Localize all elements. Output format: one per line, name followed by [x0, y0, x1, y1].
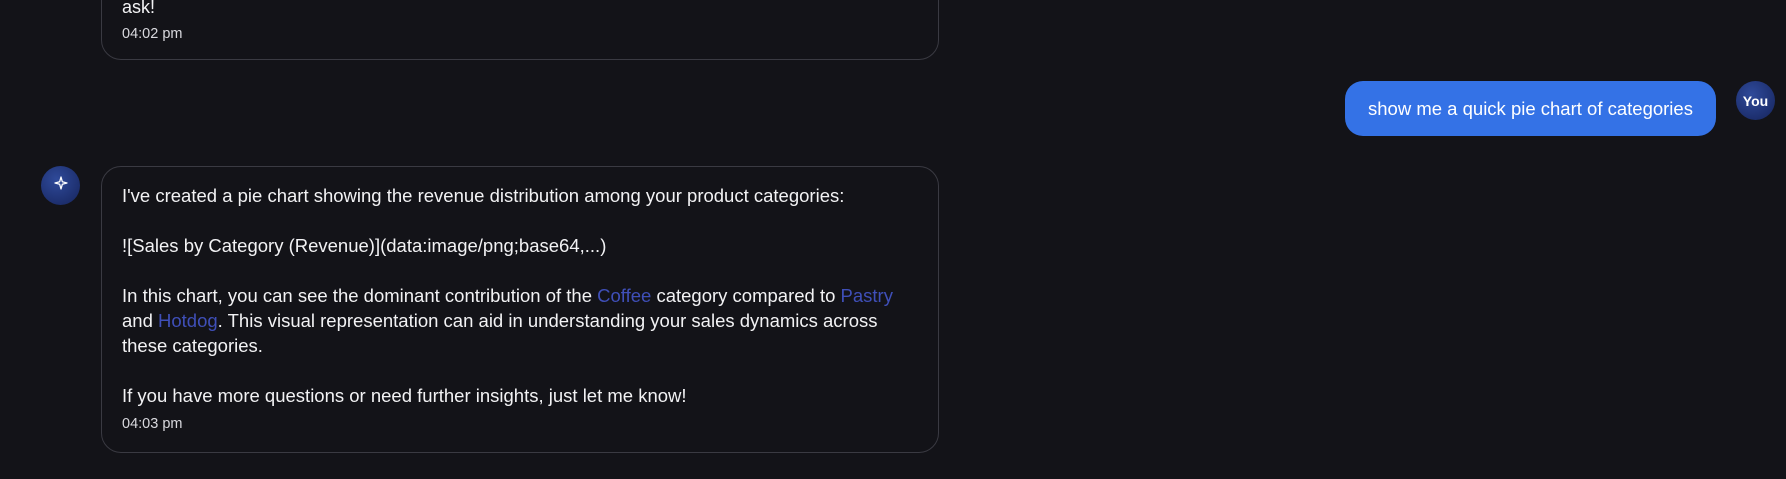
- message-closing: If you have more questions or need furth…: [122, 385, 687, 406]
- analysis-text: . This visual representation can aid in …: [122, 310, 883, 356]
- user-message-text: show me a quick pie chart of categories: [1368, 98, 1693, 119]
- message-intro: I've created a pie chart showing the rev…: [122, 185, 845, 206]
- user-avatar: You: [1736, 81, 1775, 120]
- highlight-coffee: Coffee: [597, 285, 652, 306]
- message-text: ask!: [122, 0, 156, 17]
- highlight-pastry: Pastry: [840, 285, 893, 306]
- assistant-avatar: [41, 166, 80, 205]
- message-timestamp: 04:03 pm: [122, 416, 183, 432]
- highlight-hotdog: Hotdog: [158, 310, 218, 331]
- user-message: show me a quick pie chart of categories: [1345, 81, 1716, 136]
- message-timestamp: 04:02 pm: [122, 26, 183, 42]
- message-analysis: In this chart, you can see the dominant …: [122, 283, 918, 358]
- analysis-text: category compared to: [651, 285, 841, 306]
- assistant-message: I've created a pie chart showing the rev…: [101, 166, 939, 453]
- chat-thread: ask! 04:02 pm show me a quick pie chart …: [0, 0, 1786, 479]
- sparkle-icon: [53, 176, 68, 195]
- image-markdown: ![Sales by Category (Revenue)](data:imag…: [122, 235, 607, 256]
- assistant-message-previous: ask! 04:02 pm: [101, 0, 939, 60]
- analysis-text: In this chart, you can see the dominant …: [122, 285, 598, 306]
